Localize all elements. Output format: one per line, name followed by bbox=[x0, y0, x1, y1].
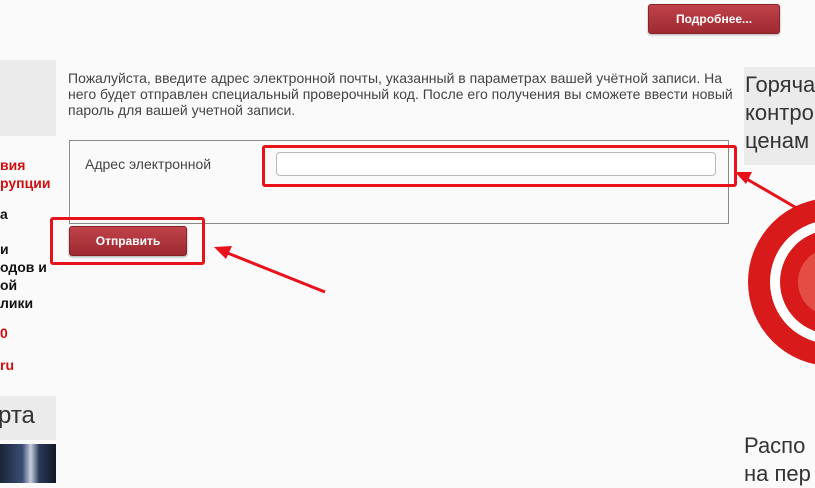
arrow-to-submit-icon bbox=[214, 246, 326, 294]
annotation-overlay bbox=[214, 172, 815, 365]
hotline-logo-icon bbox=[748, 199, 815, 365]
arrow-to-email-icon bbox=[735, 172, 801, 212]
